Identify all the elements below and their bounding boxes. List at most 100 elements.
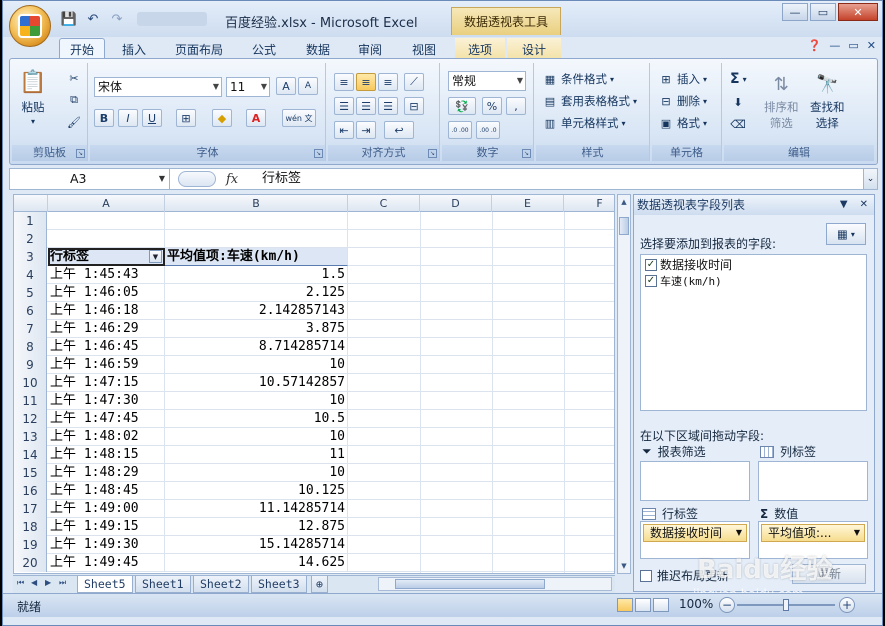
layout-options-button[interactable]: ▦ ▾	[826, 223, 866, 245]
align-middle-icon[interactable]: ≡	[356, 73, 376, 91]
bold-button[interactable]: B	[94, 109, 114, 127]
column-labels-zone[interactable]	[758, 461, 868, 501]
last-sheet-icon[interactable]: ⏭	[59, 578, 66, 588]
insert-cells-button[interactable]: ⊞ 插入 ▾	[658, 71, 707, 87]
normal-view-icon[interactable]	[617, 598, 633, 612]
merge-center-icon[interactable]: ⊟	[404, 97, 424, 115]
find-select-button[interactable]: 🔭 查找和 选择	[810, 69, 845, 131]
select-all-corner[interactable]	[14, 195, 48, 212]
phonetic-button[interactable]: wén 文	[282, 109, 316, 127]
tab-design[interactable]: 设计	[507, 38, 561, 60]
row-header[interactable]: 12	[14, 410, 47, 428]
cell-a[interactable]: 上午 1:47:45	[48, 410, 165, 428]
cell-b[interactable]: 14.625	[165, 554, 348, 572]
values-zone[interactable]: 平均值项:... ▼	[758, 521, 868, 559]
hscroll-thumb[interactable]	[395, 579, 545, 589]
underline-button[interactable]: U	[142, 109, 162, 127]
fill-color-icon[interactable]: ◆	[212, 109, 232, 127]
row-labels-zone[interactable]: 数据接收时间 ▼	[640, 521, 750, 559]
font-size-combo[interactable]: 11 ▼	[226, 77, 270, 97]
conditional-format-button[interactable]: ▦ 条件格式 ▾	[542, 71, 614, 87]
cell-a[interactable]: 上午 1:47:30	[48, 392, 165, 410]
column-header-e[interactable]: E	[492, 195, 564, 212]
maximize-button[interactable]: ▭	[810, 3, 836, 21]
next-sheet-icon[interactable]: ▶	[45, 578, 51, 587]
cell-style-button[interactable]: ▥ 单元格样式 ▾	[542, 115, 626, 131]
defer-update-option[interactable]: 推迟布局更新	[640, 567, 729, 584]
row-header[interactable]: 13	[14, 428, 47, 446]
column-header-b[interactable]: B	[165, 195, 348, 212]
minimize-button[interactable]: —	[782, 3, 808, 21]
tab-insert[interactable]: 插入	[111, 38, 157, 60]
filter-dropdown-icon[interactable]: ▼	[149, 250, 162, 263]
row-header[interactable]: 5	[14, 284, 47, 302]
dialog-launcher-icon[interactable]: ↘	[76, 149, 85, 158]
cell-a[interactable]: 上午 1:48:29	[48, 464, 165, 482]
sheet-tab-sheet3[interactable]: Sheet3	[251, 576, 307, 593]
align-top-icon[interactable]: ≡	[334, 73, 354, 91]
row-header[interactable]: 2	[14, 230, 47, 248]
sheet-tab-sheet1[interactable]: Sheet1	[135, 576, 191, 593]
align-bottom-icon[interactable]: ≡	[378, 73, 398, 91]
row-header[interactable]: 19	[14, 536, 47, 554]
office-button[interactable]	[9, 5, 51, 47]
row-header[interactable]: 16	[14, 482, 47, 500]
tab-home[interactable]: 开始	[59, 38, 105, 60]
row-field-chip[interactable]: 数据接收时间 ▼	[643, 524, 747, 542]
pane-menu-icon[interactable]: ▼	[840, 195, 848, 215]
cell-b[interactable]: 8.714285714	[165, 338, 348, 356]
sort-filter-button[interactable]: ⇅ 排序和 筛选	[764, 69, 799, 131]
row-header[interactable]: 15	[14, 464, 47, 482]
close-workbook-icon[interactable]: ✕	[867, 39, 876, 52]
row-header[interactable]: 14	[14, 446, 47, 464]
decrease-indent-icon[interactable]: ⇤	[334, 121, 354, 139]
column-header-d[interactable]: D	[420, 195, 492, 212]
worksheet-grid[interactable]: A B C D E F 1 2 3 行标签 ▼ 平均值项:车速(km/h) 4 …	[13, 194, 615, 574]
dialog-launcher-icon[interactable]: ↘	[428, 149, 437, 158]
cell-b[interactable]	[165, 230, 348, 248]
minimize-workbook-icon[interactable]: —	[829, 39, 840, 52]
tab-data[interactable]: 数据	[295, 38, 341, 60]
field-item-speed[interactable]: ✓ 车速(km/h)	[645, 273, 722, 289]
update-button[interactable]: 更新	[792, 564, 866, 584]
pivot-values-header-cell[interactable]: 平均值项:车速(km/h)	[165, 248, 348, 266]
align-left-icon[interactable]: ☰	[334, 97, 354, 115]
cell-a[interactable]: 上午 1:48:02	[48, 428, 165, 446]
row-header[interactable]: 7	[14, 320, 47, 338]
defer-update-checkbox[interactable]	[640, 569, 652, 582]
redo-icon[interactable]: ↷	[107, 10, 127, 28]
scroll-thumb[interactable]	[619, 217, 629, 235]
horizontal-scrollbar[interactable]	[378, 577, 612, 591]
row-header[interactable]: 9	[14, 356, 47, 374]
cell-a[interactable]: 上午 1:46:59	[48, 356, 165, 374]
row-header[interactable]: 6	[14, 302, 47, 320]
align-right-icon[interactable]: ☰	[378, 97, 398, 115]
tab-options[interactable]: 选项	[455, 38, 505, 60]
cell-b[interactable]: 3.875	[165, 320, 348, 338]
zoom-level[interactable]: 100%	[679, 597, 713, 611]
cell-a[interactable]: 上午 1:49:45	[48, 554, 165, 572]
save-icon[interactable]: 💾	[59, 10, 79, 28]
zoom-slider[interactable]	[737, 599, 835, 611]
cell-b[interactable]: 10	[165, 356, 348, 374]
shrink-font-button[interactable]: A	[298, 77, 318, 95]
page-break-view-icon[interactable]	[653, 598, 669, 612]
name-box[interactable]: A3 ▼	[10, 169, 170, 189]
zoom-slider-knob[interactable]	[783, 599, 789, 611]
wrap-text-icon[interactable]: ↩	[384, 121, 414, 139]
column-header-f[interactable]: F	[564, 195, 614, 212]
cell-b[interactable]: 12.875	[165, 518, 348, 536]
row-header[interactable]: 11	[14, 392, 47, 410]
row-header[interactable]: 10	[14, 374, 47, 392]
format-cells-button[interactable]: ▣ 格式 ▾	[658, 115, 707, 131]
first-sheet-icon[interactable]: ⏮	[17, 578, 24, 588]
sheet-tab-sheet5[interactable]: Sheet5	[77, 576, 133, 593]
cell-a[interactable]: 上午 1:46:18	[48, 302, 165, 320]
cell-a[interactable]: 上午 1:46:05	[48, 284, 165, 302]
report-filter-zone[interactable]	[640, 461, 750, 501]
column-header-a[interactable]: A	[48, 195, 165, 212]
cell-b[interactable]: 10.125	[165, 482, 348, 500]
dialog-launcher-icon[interactable]: ↘	[522, 149, 531, 158]
scroll-up-icon[interactable]: ▲	[618, 195, 630, 209]
currency-icon[interactable]: 💱	[448, 97, 476, 115]
